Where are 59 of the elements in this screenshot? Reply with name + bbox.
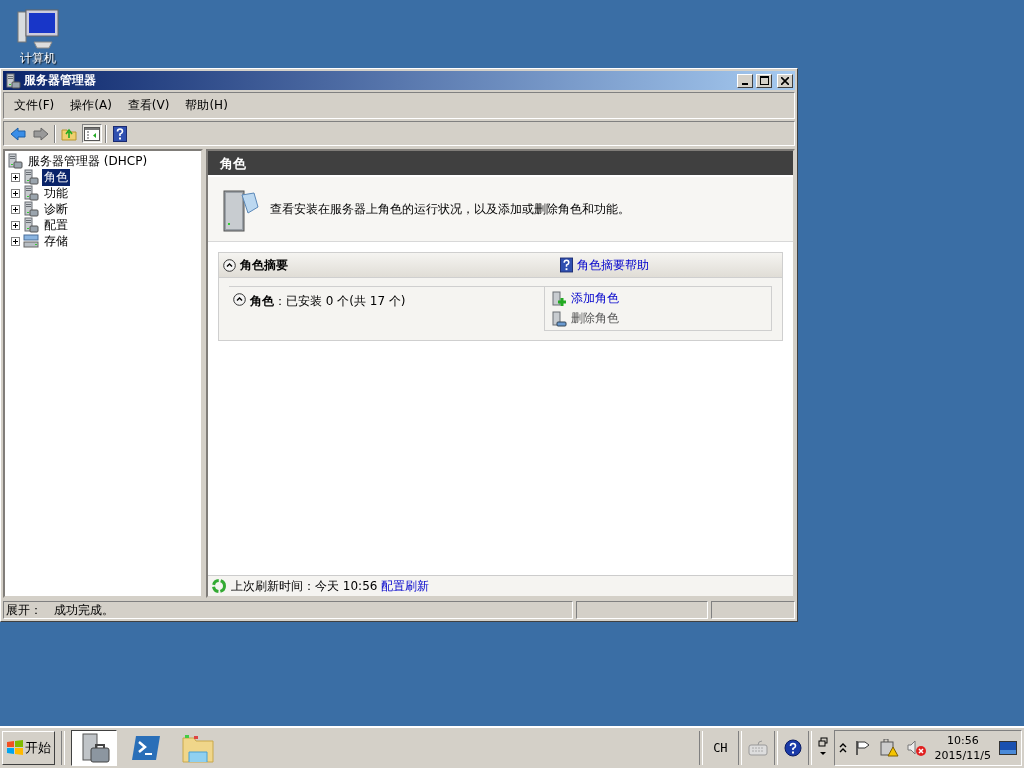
menu-item[interactable]: 查看(V) [121, 96, 176, 115]
chevron-up-icon[interactable] [838, 743, 847, 753]
help-link[interactable]: 角色摘要帮助 [577, 256, 649, 274]
maximize-button[interactable] [756, 73, 772, 88]
tree-toggle-button[interactable] [82, 124, 102, 143]
clock-time[interactable]: 10:56 [946, 733, 979, 748]
minimize-icon [742, 82, 748, 85]
tree-root[interactable]: 服务器管理器 (DHCP) [26, 152, 150, 170]
description-text: 查看安装在服务器上角色的运行状况，以及添加或删除角色和功能。 [270, 200, 630, 218]
network-warning-icon[interactable] [878, 739, 899, 757]
tree-item[interactable]: 功能 [42, 184, 70, 202]
refresh-text: 上次刷新时间：今天 10:56 [231, 577, 378, 595]
taskbar-button[interactable] [71, 730, 117, 766]
window-title: 服务器管理器 [24, 72, 97, 89]
server-add-icon [551, 290, 567, 307]
expand-icon[interactable] [11, 204, 20, 214]
summary-title: 角色摘要 [240, 256, 289, 274]
storage-drive-icon [23, 233, 39, 249]
status-text: 展开： 成功完成。 [6, 601, 114, 619]
help-button[interactable] [110, 124, 130, 143]
computer-icon[interactable] [16, 8, 60, 50]
help-icon[interactable] [783, 739, 802, 757]
roles-summary-text: 角色：已安装 0 个(共 17 个) [250, 293, 406, 310]
folder-icon [181, 732, 215, 764]
tree-item[interactable]: 配置 [42, 216, 70, 234]
flag-icon[interactable] [854, 740, 871, 756]
windows-logo-icon [6, 740, 24, 756]
collapse-icon[interactable] [233, 293, 246, 306]
clock-date[interactable]: 2015/11/5 [934, 748, 991, 763]
action-link[interactable]: 添加角色 [571, 290, 619, 307]
tree-item[interactable]: 角色 [42, 168, 70, 186]
expand-icon[interactable] [11, 172, 20, 182]
speaker-muted-icon[interactable] [906, 739, 927, 757]
server-icon [5, 72, 21, 89]
tree-item[interactable]: 存储 [42, 232, 70, 250]
back-button[interactable] [8, 124, 28, 143]
menu-item[interactable]: 文件(F) [8, 96, 61, 115]
help-icon [560, 257, 573, 273]
maximize-icon [759, 76, 769, 85]
pane-header: 角色 [208, 151, 793, 177]
close-icon [781, 76, 789, 85]
minimize-button[interactable] [737, 73, 753, 88]
start-button[interactable]: 开始 [2, 731, 55, 765]
refresh-icon [211, 578, 227, 594]
menu-item[interactable]: 帮助(H) [179, 96, 234, 115]
close-button[interactable] [777, 73, 793, 88]
forward-button[interactable] [31, 124, 51, 143]
powershell-icon [130, 734, 162, 762]
show-desktop-icon[interactable] [999, 741, 1017, 755]
server-icon [7, 153, 23, 169]
collapse-icon[interactable] [223, 258, 236, 272]
tree-item[interactable]: 诊断 [42, 200, 70, 218]
desktop-icon-label[interactable]: 计算机 [20, 52, 56, 65]
menu-item[interactable]: 操作(A) [64, 96, 118, 115]
expand-icon[interactable] [11, 236, 20, 246]
expand-icon[interactable] [11, 220, 20, 230]
expand-icon[interactable] [11, 188, 20, 198]
configure-refresh-link[interactable]: 配置刷新 [381, 577, 430, 595]
language-indicator[interactable]: CH [709, 741, 732, 755]
